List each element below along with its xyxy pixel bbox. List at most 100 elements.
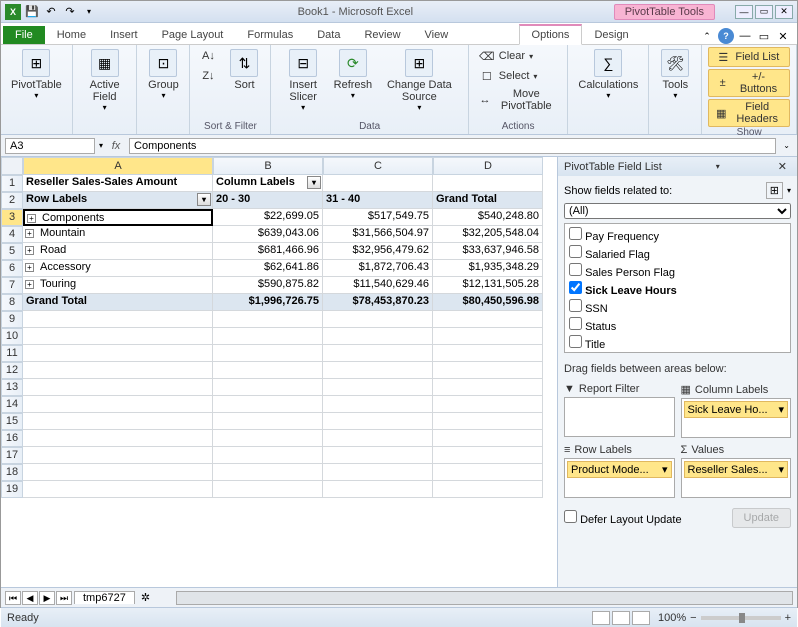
cell[interactable] (213, 311, 323, 328)
cell[interactable] (433, 464, 543, 481)
expand-icon[interactable]: + (27, 214, 36, 223)
cell[interactable] (23, 447, 213, 464)
sort-za-button[interactable]: Z↓ (196, 67, 220, 85)
cell[interactable] (23, 345, 213, 362)
field-checkbox[interactable] (569, 245, 582, 258)
changedata-button[interactable]: ⊞Change Data Source▾ (377, 47, 462, 114)
close-pane-icon[interactable]: ✕ (774, 160, 791, 173)
cell[interactable] (23, 379, 213, 396)
page-break-view-icon[interactable] (632, 611, 650, 625)
cell[interactable] (323, 175, 433, 192)
cell[interactable]: $540,248.80 (433, 209, 543, 226)
active-cell[interactable]: +Components (23, 209, 213, 226)
layout-dropdown-icon[interactable]: ▾ (787, 186, 791, 195)
chevron-down-icon[interactable]: ▾ (778, 403, 784, 416)
formula-expand-icon[interactable]: ⌄ (780, 141, 793, 150)
zoom-slider[interactable] (701, 616, 781, 620)
tab-data[interactable]: Data (305, 26, 352, 44)
row-labels-area[interactable]: Product Mode...▾ (564, 458, 675, 498)
tab-file[interactable]: File (3, 26, 45, 44)
cell[interactable]: $80,450,596.98 (433, 294, 543, 311)
cell[interactable] (323, 447, 433, 464)
row-header[interactable]: 10 (1, 328, 23, 345)
field-checkbox[interactable] (569, 263, 582, 276)
cell[interactable] (213, 345, 323, 362)
qat-more-icon[interactable]: ▾ (81, 4, 97, 20)
cell[interactable]: +Touring (23, 277, 213, 294)
cell[interactable] (23, 396, 213, 413)
cell[interactable] (433, 413, 543, 430)
field-chip[interactable]: Product Mode...▾ (567, 461, 672, 478)
cell[interactable] (23, 481, 213, 498)
cell[interactable] (323, 481, 433, 498)
pmbuttons-toggle[interactable]: ±+/- Buttons (708, 69, 790, 97)
cell[interactable] (213, 362, 323, 379)
cell[interactable]: 31 - 40 (323, 192, 433, 209)
cell[interactable]: $1,872,706.43 (323, 260, 433, 277)
cell[interactable] (213, 481, 323, 498)
tab-view[interactable]: View (413, 26, 461, 44)
cell[interactable] (23, 413, 213, 430)
tab-review[interactable]: Review (352, 26, 412, 44)
col-header-a[interactable]: A (23, 157, 213, 175)
cell[interactable]: $11,540,629.46 (323, 277, 433, 294)
tab-design[interactable]: Design (582, 26, 640, 44)
undo-icon[interactable]: ↶ (43, 4, 59, 20)
tab-nav-first-icon[interactable]: ⏮ (5, 591, 21, 605)
cell[interactable] (323, 311, 433, 328)
window-minimize-icon[interactable]: — (737, 28, 753, 44)
restore-icon[interactable]: ▭ (755, 5, 773, 19)
report-filter-area[interactable] (564, 397, 675, 437)
cell[interactable]: +Accessory (23, 260, 213, 277)
cell[interactable]: 20 - 30 (213, 192, 323, 209)
related-tables-select[interactable]: (All) (564, 203, 791, 219)
cell[interactable]: $681,466.96 (213, 243, 323, 260)
cell[interactable] (213, 430, 323, 447)
cell[interactable] (433, 311, 543, 328)
field-checkbox[interactable] (569, 335, 582, 348)
formula-input[interactable]: Components (129, 138, 776, 154)
chevron-down-icon[interactable]: ▾ (778, 463, 784, 476)
cell[interactable] (323, 430, 433, 447)
expand-icon[interactable]: + (25, 263, 34, 272)
select-button[interactable]: ☐Select ▾ (475, 67, 542, 85)
cell[interactable] (433, 345, 543, 362)
window-close-icon[interactable]: ✕ (775, 28, 791, 44)
cell[interactable] (323, 413, 433, 430)
zoom-out-icon[interactable]: − (690, 612, 696, 624)
cell[interactable] (213, 396, 323, 413)
group-button[interactable]: ⊡Group▾ (143, 47, 183, 102)
defer-update-checkbox[interactable]: Defer Layout Update (564, 510, 682, 526)
row-header[interactable]: 18 (1, 464, 23, 481)
cell[interactable] (23, 464, 213, 481)
update-button[interactable]: Update (732, 508, 791, 528)
calculations-button[interactable]: ∑Calculations▾ (574, 47, 642, 102)
cell[interactable] (433, 430, 543, 447)
field-checklist[interactable]: Pay Frequency Salaried Flag Sales Person… (564, 223, 791, 353)
col-header-b[interactable]: B (213, 157, 323, 175)
new-sheet-icon[interactable]: ✲ (137, 591, 154, 604)
field-item[interactable]: Sick Leave Hours (567, 280, 788, 298)
values-area[interactable]: Reseller Sales...▾ (681, 458, 792, 498)
cell[interactable] (323, 379, 433, 396)
cell[interactable]: $517,549.75 (323, 209, 433, 226)
cell[interactable] (323, 464, 433, 481)
cell[interactable]: $32,956,479.62 (323, 243, 433, 260)
row-header[interactable]: 1 (1, 175, 23, 192)
cell[interactable]: $62,641.86 (213, 260, 323, 277)
zoom-in-icon[interactable]: + (785, 612, 791, 624)
tab-formulas[interactable]: Formulas (235, 26, 305, 44)
close-icon[interactable]: ✕ (775, 5, 793, 19)
cell[interactable] (323, 328, 433, 345)
field-checkbox[interactable] (569, 299, 582, 312)
cell[interactable] (433, 447, 543, 464)
tab-pagelayout[interactable]: Page Layout (150, 26, 236, 44)
activefield-button[interactable]: ▦Active Field▾ (79, 47, 131, 114)
row-header[interactable]: 5 (1, 243, 23, 260)
zoom-level[interactable]: 100% (658, 612, 686, 624)
field-item[interactable]: Salaried Flag (567, 244, 788, 262)
column-labels-area[interactable]: Sick Leave Ho...▾ (681, 398, 792, 438)
cell[interactable]: $639,043.06 (213, 226, 323, 243)
name-box[interactable]: A3 (5, 138, 95, 154)
worksheet-grid[interactable]: A B C D 1 Reseller Sales-Sales Amount Co… (1, 157, 557, 587)
